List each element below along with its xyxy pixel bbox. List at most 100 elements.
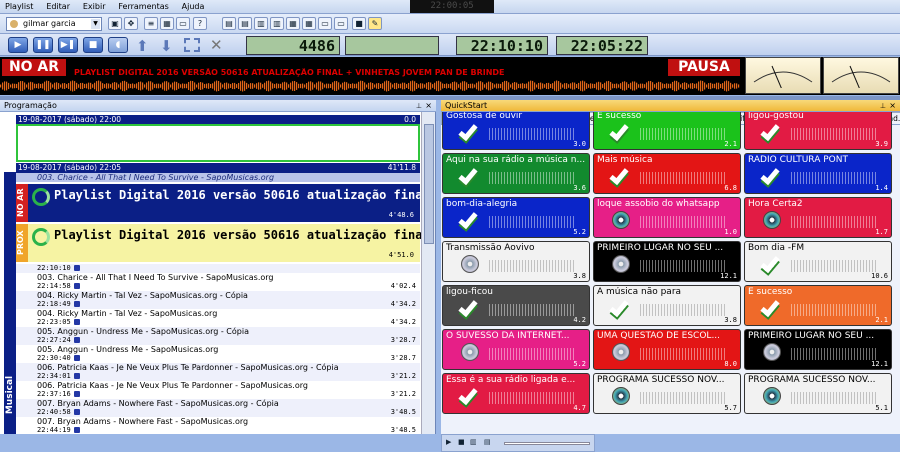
next-item[interactable]: PROX Playlist Digital 2016 versão 50616 … — [16, 224, 435, 262]
playlist-row[interactable]: 004. Ricky Martin - Tal Vez - SapoMusica… — [16, 309, 420, 318]
stop-icon[interactable]: ■ — [352, 17, 366, 30]
pause-label[interactable]: PAUSA — [668, 59, 740, 76]
cart-button[interactable]: É sucesso 2.1 — [593, 112, 741, 150]
panel2-icon[interactable]: ▤ — [238, 17, 252, 30]
playlist-row-meta[interactable]: 22:23:05 4'34.2 — [16, 318, 420, 327]
playlist-row-meta[interactable]: 22:10:10 — [16, 264, 420, 273]
playlist-row-time: 22:40:58 — [37, 408, 71, 416]
cart-button[interactable]: ligou-ficou 4.2 — [442, 285, 590, 326]
panel4-icon[interactable]: ▥ — [270, 17, 284, 30]
cart-button[interactable]: Mais música 6.8 — [593, 153, 741, 194]
list-icon[interactable]: ≡ — [144, 17, 158, 30]
cart-button[interactable]: UMA QUESTAO DE ESCOL... 8.0 — [593, 329, 741, 370]
playlist-row-meta[interactable]: 22:27:24 3'28.7 — [16, 336, 420, 345]
panel5-icon[interactable]: ▦ — [286, 17, 300, 30]
chevron-down-icon[interactable]: ▼ — [91, 19, 100, 29]
cart-button[interactable]: Hora Certa2 1.7 — [744, 197, 892, 238]
cart-button[interactable]: É sucesso 2.1 — [744, 285, 892, 326]
playlist-row-meta[interactable]: 22:14:58 4'02.4 — [16, 282, 420, 291]
playlist-row[interactable]: 005. Anggun - Undress Me - SapoMusicas.o… — [16, 327, 420, 336]
cart-button[interactable]: loque assobio do whatsapp 1.0 — [593, 197, 741, 238]
select-icon[interactable] — [184, 38, 200, 52]
settings-icon[interactable]: ▤ — [484, 438, 493, 448]
menu-ajuda[interactable]: Ajuda — [177, 0, 210, 13]
seek-bar[interactable] — [504, 442, 590, 445]
playlist-row-meta[interactable]: 22:18:49 4'34.2 — [16, 300, 420, 309]
playlist-row-meta[interactable]: 22:44:19 3'48.5 — [16, 426, 420, 434]
playlist-row-title: 005. Anggun - Undress Me - SapoMusicas.o… — [37, 345, 219, 354]
window-icon[interactable]: ▭ — [176, 17, 190, 30]
cart-button[interactable]: PRIMEIRO LUGAR NO SEU ... 12.1 — [593, 241, 741, 282]
skip-next-button[interactable]: ▶❚ — [58, 37, 78, 53]
grid-icon[interactable]: ▦ — [160, 17, 174, 30]
playlist-row[interactable]: 006. Patricia Kaas - Je Ne Veux Plus Te … — [16, 381, 420, 390]
block-header[interactable]: 19-08-2017 (sábado) 22:05 41'11.8 — [16, 163, 420, 173]
playlist-row[interactable]: 007. Bryan Adams - Nowhere Fast - SapoMu… — [16, 417, 420, 426]
cart-button[interactable]: RADIO CULTURA PONT 1.4 — [744, 153, 892, 194]
close-icon[interactable]: × — [889, 100, 896, 112]
pause-button[interactable]: ❚❚ — [33, 37, 53, 53]
pin-icon[interactable]: ⊥ — [416, 100, 422, 112]
cart-button[interactable]: PROGRAMA SUCESSO NOV... 5.1 — [744, 373, 892, 414]
cart-button[interactable]: Bom dia -FM 10.6 — [744, 241, 892, 282]
playlist-row-meta[interactable]: 22:34:01 3'21.2 — [16, 372, 420, 381]
tools-icon[interactable]: ✕ — [210, 36, 223, 54]
cart-button[interactable]: PROGRAMA SUCESSO NOV... 5.7 — [593, 373, 741, 414]
cart-button[interactable]: PRIMEIRO LUGAR NO SEU ... 12.1 — [744, 329, 892, 370]
cart-button[interactable]: O SUVESSO DA INTERNET... 5.2 — [442, 329, 590, 370]
cart-button[interactable]: ligou-gostou 3.9 — [744, 112, 892, 150]
cart-button[interactable]: Aqui na sua rádio a música n... 3.6 — [442, 153, 590, 194]
playlist-row[interactable]: 003. Charice - All That I Need To Surviv… — [16, 273, 420, 282]
monitor2-icon[interactable]: ▭ — [334, 17, 348, 30]
monitor-icon[interactable]: ▭ — [318, 17, 332, 30]
cart-button[interactable]: bom-dia-alegria 5.2 — [442, 197, 590, 238]
play-icon[interactable]: ▶ — [446, 438, 455, 448]
playlist-row-meta[interactable]: 22:40:58 3'48.5 — [16, 408, 420, 417]
close-icon[interactable]: × — [425, 100, 432, 112]
scrollbar-thumb[interactable] — [424, 124, 434, 244]
menu-ferramentas[interactable]: Ferramentas — [113, 0, 173, 13]
pencil-icon[interactable]: ✎ — [368, 17, 382, 30]
playlist-row-meta[interactable]: 22:30:40 3'28.7 — [16, 354, 420, 363]
music-icon — [73, 265, 80, 271]
volume-button[interactable]: ◖ — [108, 37, 128, 53]
playlist-row[interactable]: 005. Anggun - Undress Me - SapoMusicas.o… — [16, 345, 420, 354]
playlist-row[interactable]: 004. Ricky Martin - Tal Vez - SapoMusica… — [16, 291, 420, 300]
help-icon[interactable]: ? — [193, 17, 207, 30]
move-icon[interactable]: ✥ — [124, 17, 138, 30]
cart-button[interactable]: Essa é a sua rádio ligada e... 4.7 — [442, 373, 590, 414]
panel6-icon[interactable]: ▦ — [302, 17, 316, 30]
empty-block[interactable] — [16, 124, 420, 162]
vertical-scrollbar[interactable] — [421, 112, 435, 434]
menu-editar[interactable]: Editar — [41, 0, 75, 13]
equalizer-icon[interactable]: ▥ — [470, 438, 479, 448]
cart-button[interactable]: Transmissão Aovivo 3.8 — [442, 241, 590, 282]
playlist-row[interactable]: 007. Bryan Adams - Nowhere Fast - SapoMu… — [16, 399, 420, 408]
playlist-row[interactable]: 006. Patricia Kaas - Je Ne Veux Plus Te … — [16, 363, 420, 372]
arrow-up-icon[interactable]: ⬆ — [136, 37, 149, 55]
cart-duration: 1.7 — [875, 228, 888, 236]
panel3-icon[interactable]: ▥ — [254, 17, 268, 30]
save-icon[interactable]: ▣ — [108, 17, 122, 30]
pin-icon[interactable]: ⊥ — [880, 100, 886, 112]
panel-icon[interactable]: ▤ — [222, 17, 236, 30]
stop-button[interactable]: ■ — [83, 37, 103, 53]
cart-button[interactable]: A música não para 3.8 — [593, 285, 741, 326]
waveform — [791, 348, 877, 360]
next-title: Playlist Digital 2016 versão 50616 atual… — [54, 228, 435, 242]
playlist-row-title: 007. Bryan Adams - Nowhere Fast - SapoMu… — [37, 399, 279, 408]
menu-exibir[interactable]: Exibir — [78, 0, 111, 13]
playlist-row-meta[interactable]: 22:37:16 3'21.2 — [16, 390, 420, 399]
cart-label: O SUVESSO DA INTERNET... — [446, 331, 570, 341]
cart-button[interactable]: Gostosa de ouvir 3.0 — [442, 112, 590, 150]
user-select[interactable]: gilmar garcia ▼ — [6, 17, 102, 31]
played-row[interactable]: 003. Charice - All That I Need To Surviv… — [16, 173, 420, 182]
onair-item[interactable]: NO AR Playlist Digital 2016 versão 50616… — [16, 184, 435, 222]
play-button[interactable]: ▶ — [8, 37, 28, 53]
menu-playlist[interactable]: Playlist — [0, 0, 38, 13]
block-header-label: 19-08-2017 (sábado) 22:00 — [18, 115, 122, 124]
cart-label: Transmissão Aovivo — [446, 243, 535, 253]
stop-icon[interactable]: ■ — [458, 438, 467, 448]
arrow-down-icon[interactable]: ⬇ — [160, 37, 173, 55]
waveform — [640, 260, 726, 272]
